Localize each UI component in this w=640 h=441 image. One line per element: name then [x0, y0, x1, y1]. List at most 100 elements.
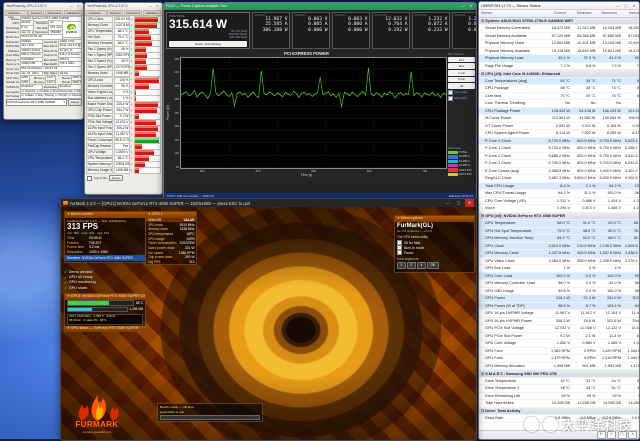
hwinfo-row[interactable]: Physical Memory Load 40.1 % 37.9 % 41.4 …: [479, 55, 639, 63]
hwinfo-row[interactable]: GPU Fan1 1,382 RPM 0 RPM 1,420 RPM 1,344…: [479, 348, 639, 356]
maximize-icon[interactable]: ▢: [454, 199, 463, 207]
hwinfo-row[interactable]: GPU Core Load 100.0 % 0.0 % 100.0 % 99.2…: [479, 273, 639, 281]
gpuz-tab[interactable]: Validation: [64, 10, 82, 15]
hwinfo-row[interactable]: GPU [#0]: NVIDIA GeForce RTX 4080 SUPER: [479, 213, 639, 221]
hwinfo-row[interactable]: CPU System Agent Power 8.114 W 7.902 W 8…: [479, 130, 639, 138]
hwinfo-row[interactable]: Max CPU/Thread Usage 64.2 % 11.0 % 100.0…: [479, 190, 639, 198]
hwinfo-row[interactable]: Core Temperatures (avg) 62 °C 34 °C 71 °…: [479, 78, 639, 86]
sensors-tab[interactable]: Advanced: [124, 10, 143, 15]
plot-option-checkbox[interactable]: Auto scale: [448, 90, 475, 95]
plot-range-button[interactable]: 10 s: [448, 57, 475, 63]
gpuz-tab[interactable]: Advanced: [45, 10, 64, 15]
sensors-reset-button[interactable]: Reset: [109, 175, 123, 182]
hwinfo-row[interactable]: System: ASUS ROG STRIX Z790-E GAMING WIF…: [479, 18, 639, 26]
minimize-icon[interactable]: —: [460, 4, 466, 8]
legend-item[interactable]: SLOT 12V: [448, 168, 475, 171]
hwinfo-row[interactable]: Core Thermal Throttling No No No No: [479, 100, 639, 108]
minimize-icon[interactable]: —: [443, 199, 452, 207]
hwinfo-row[interactable]: GPU Video Clock 2,280.0 MHz 555.0 MHz 2,…: [479, 258, 639, 266]
hwinfo-row[interactable]: GPU Core Voltage 1.050 V 0.880 V 1.065 V…: [479, 340, 639, 348]
close-icon[interactable]: ✕: [465, 199, 474, 207]
knot-segment-button[interactable]: 2: [407, 262, 416, 270]
legend-item[interactable]: SLOT 3V3: [448, 173, 475, 176]
plot-option-checkbox[interactable]: Show grid: [448, 96, 475, 101]
hwinfo-row[interactable]: P-Core 0 Clock 5,700.0 MHz 800.0 MHz 5,7…: [479, 138, 639, 146]
close-icon[interactable]: ✕: [76, 4, 81, 8]
gpuz-tab[interactable]: Graphics Card: [5, 10, 28, 15]
sensors-tab[interactable]: Sensors: [107, 10, 123, 15]
close-icon[interactable]: ✕: [631, 4, 637, 8]
hwinfo-row[interactable]: GPU Temperature 68.0 °C 41.0 °C 69.3 °C …: [479, 220, 639, 228]
sensors-tab[interactable]: Validation: [143, 10, 161, 15]
hwinfo-row[interactable]: GPU PCIe Slot Power 9.2 W 2.1 W 11.4 W 8…: [479, 333, 639, 341]
gpu-select-dropdown[interactable]: NVIDIA GeForce RTX 4080 SUPER: [6, 99, 67, 106]
plot-range-button[interactable]: 30 s: [448, 63, 475, 69]
hwinfo-row[interactable]: GPU Hot Spot Temperature 79.3 °C 48.5 °C…: [479, 228, 639, 236]
hwinfo-row[interactable]: P-Core 3 Clock 5,700.0 MHz 800.0 MHz 5,7…: [479, 160, 639, 168]
hwinfo-row[interactable]: Physical Memory Used 12,804 MB 12,101 MB…: [479, 40, 639, 48]
minimize-icon[interactable]: —: [615, 4, 621, 8]
hwinfo-row[interactable]: Drive: Total Activity: [479, 408, 639, 416]
hwinfo-row[interactable]: Total Host Writes 14,208 GB 14,208 GB 14…: [479, 400, 639, 408]
knot-segment-button[interactable]: 4: [417, 262, 426, 270]
hwinfo-row[interactable]: GPU Clock 2,610.0 MHz 210.0 MHz 2,745.0 …: [479, 243, 639, 251]
hwinfo-row[interactable]: Vcore 1.296 V 0.872 V 1.408 V 1.274 V: [479, 205, 639, 213]
legend-item[interactable]: 16-PIN 3: [448, 164, 475, 167]
minimize-icon[interactable]: —: [148, 4, 153, 8]
hwinfo-row[interactable]: GPU Fan2 1,379 RPM 0 RPM 1,418 RPM 1,340…: [479, 355, 639, 363]
minimize-icon[interactable]: —: [69, 4, 74, 8]
legend-item[interactable]: 16-PIN 2: [448, 160, 475, 163]
hwinfo-row[interactable]: E-Core Clocks (avg) 4,388.5 MHz 800.0 MH…: [479, 168, 639, 176]
hwinfo-row[interactable]: CPU Package 68 °C 38 °C 74 °C 63 °C: [479, 85, 639, 93]
hwinfo-row[interactable]: CPU Core Voltage (VID) 1.312 V 0.886 V 1…: [479, 198, 639, 206]
close-icon[interactable]: ✕: [155, 4, 160, 8]
hwinfo-row[interactable]: GPU Memory Allocated 1,498 MB 601 MB 1,5…: [479, 363, 639, 371]
furmark-titlebar[interactable]: FurMark 2.3.0 — [GPU1] NVIDIA GeForce RT…: [61, 199, 476, 207]
hwinfo-row[interactable]: GPU Memory Junction Temp 84.0 °C 50.0 °C…: [479, 235, 639, 243]
gpu-monitor-header[interactable]: GPU1: NVIDIA GeForce RTX 4080 SUPER (16 …: [65, 294, 145, 300]
sensor-row[interactable]: Memory Usage (Dedicated) 1498 MB ▾: [86, 168, 161, 174]
hwinfo-row[interactable]: GPU 16-pin HVPWR Power 306.2 W 18.8 W 32…: [479, 318, 639, 326]
plot-range-button[interactable]: All: [448, 83, 475, 89]
hwinfo-row[interactable]: Total CPU Usage 8.4 % 2.1 % 64.2 % 10.8 …: [479, 183, 639, 191]
hwinfo-row[interactable]: P-Core 2 Clock 5,688.2 MHz 800.0 MHz 5,7…: [479, 153, 639, 161]
gpu-shark-header[interactable]: GPU shark — GeForce RTX 4080 SUPER: [65, 326, 145, 332]
hwinfo-row[interactable]: GPU 16-pin HVPWR Voltage 11.967 V 11.912…: [479, 310, 639, 318]
hwinfo-row[interactable]: S.M.A.R.T.: Samsung SSD 990 PRO 2TB: [479, 370, 639, 378]
column-header[interactable]: Current: [542, 11, 568, 15]
reset-minmax-button[interactable]: Reset min/max/avg: [169, 41, 247, 47]
legend-item[interactable]: TOTAL: [448, 151, 475, 154]
hwinfo-row[interactable]: GPU Bus Load 1 % 0 % 4 % 1 %: [479, 265, 639, 273]
hwinfo-row[interactable]: Drive Remaining Life 99 % 99 % 99 % 99 %: [479, 393, 639, 401]
hwinfo-row[interactable]: Virtual Memory Available 57,120 MB 56,38…: [479, 33, 639, 41]
column-header[interactable]: Sensor: [479, 11, 542, 15]
column-header[interactable]: Maximum: [593, 11, 619, 15]
hwinfo-row[interactable]: Drive Temperature 42 °C 31 °C 44 °C 40 °…: [479, 378, 639, 386]
hwinfo-row[interactable]: GPU PCIe Slot Voltage 12.032 V 12.008 V …: [479, 325, 639, 333]
hwinfo-row[interactable]: IA Cores Power 112.563 W 41.882 W 130.55…: [479, 115, 639, 123]
legend-item[interactable]: 16-PIN 1: [448, 155, 475, 158]
close-icon[interactable]: ✕: [468, 4, 474, 8]
hwinfo-titlebar[interactable]: HWiNFO64 v7.70 — Sensor Status — ▢ ✕: [479, 2, 639, 10]
hwinfo-row[interactable]: GT Cores Power 0.092 W 0.011 W 0.184 W 0…: [479, 123, 639, 131]
log-to-file-checkbox[interactable]: [87, 176, 92, 181]
hwinfo-row[interactable]: Ring/LLC Clock 4,987.3 MHz 3,600.0 MHz 5…: [479, 175, 639, 183]
hwinfo-row[interactable]: CPU Package Power 128.442 W 54.108 W 146…: [479, 108, 639, 116]
hwinfo-row[interactable]: CPU [#0]: Intel Core i9-14900K: Enhanced: [479, 70, 639, 78]
knot-segment-button[interactable]: OK: [427, 262, 438, 270]
hwinfo-row[interactable]: Drive Temperature 2 48 °C 34 °C 51 °C 46…: [479, 385, 639, 393]
plot-range-button[interactable]: 5 min: [448, 77, 475, 83]
hwinfo-row[interactable]: GPU Power (% of TDP) 98.5 % 6.7 % 103.4 …: [479, 303, 639, 311]
hwinfo-row[interactable]: Core Max 70 °C 39 °C 76 °C 65 °C: [479, 93, 639, 101]
plot-range-button[interactable]: 1 min: [448, 70, 475, 76]
column-header[interactable]: Average: [619, 11, 640, 15]
hwinfo-row[interactable]: P-Core 1 Clock 5,700.0 MHz 800.0 MHz 5,7…: [479, 145, 639, 153]
hwinfo-row[interactable]: GPU D3D Usage 99.8 % 0.0 % 100.0 % 98.7 …: [479, 288, 639, 296]
hwinfo-row[interactable]: Physical Memory Available 19,118 MB 18,6…: [479, 48, 639, 56]
gpuz-tab[interactable]: Sensors: [28, 10, 44, 15]
hwinfo-row[interactable]: GPU Memory Controller Load 58.0 % 0.0 % …: [479, 280, 639, 288]
hwinfo-row[interactable]: GPU Power 315.1 W 21.4 W 331.0 W 302.4 W: [479, 295, 639, 303]
knot-segment-button[interactable]: 1: [397, 262, 406, 270]
maximize-icon[interactable]: ▢: [623, 4, 629, 8]
column-header[interactable]: Minimum: [568, 11, 594, 15]
